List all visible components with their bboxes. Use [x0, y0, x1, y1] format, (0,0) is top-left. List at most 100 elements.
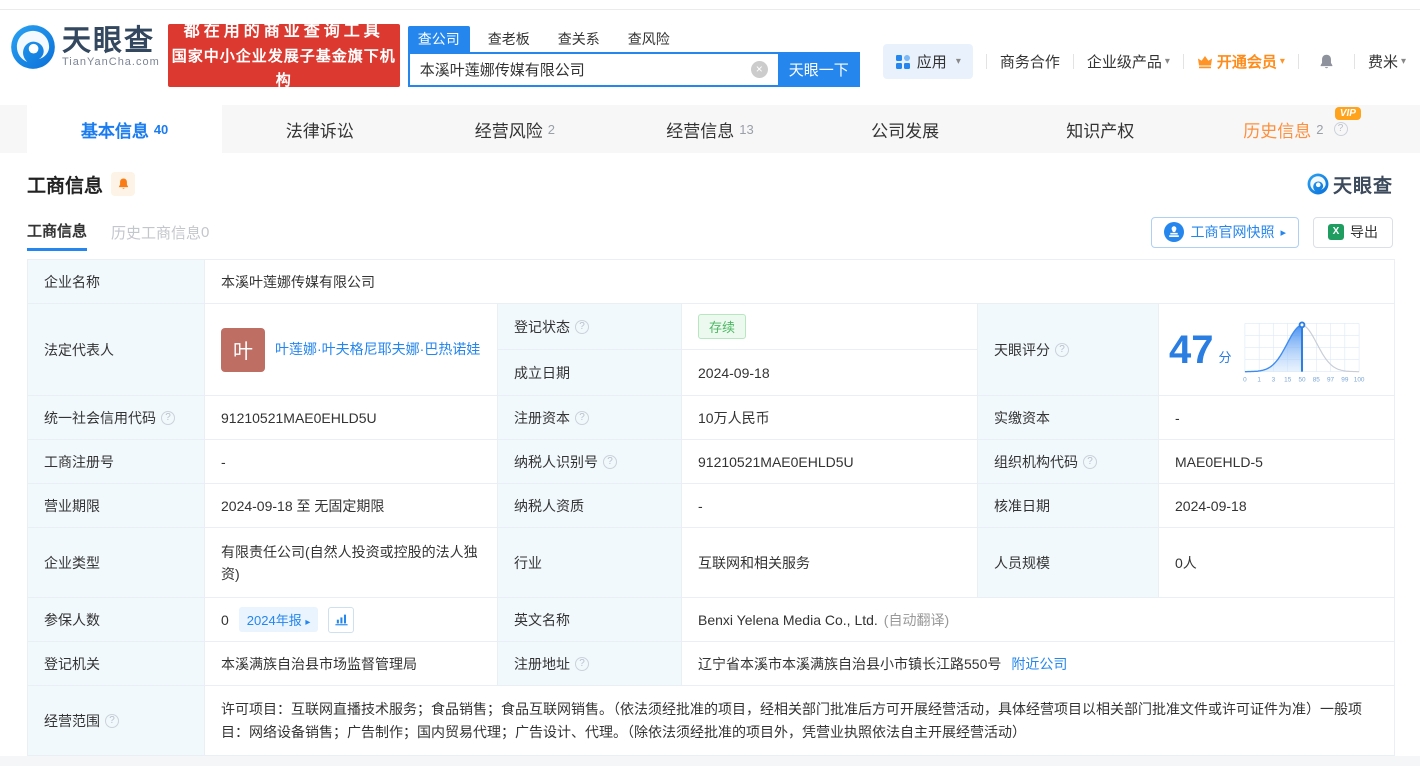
field-label: 注册地址 ?: [498, 642, 682, 686]
user-menu[interactable]: 费米 ▾: [1368, 51, 1406, 72]
trend-chart-button[interactable]: [328, 606, 355, 633]
notifications-bell-icon[interactable]: [1318, 53, 1335, 71]
tianyancha-logo-icon: [11, 25, 55, 69]
score-unit: 分: [1218, 350, 1232, 365]
field-label: 工商注册号: [28, 440, 205, 484]
help-icon[interactable]: ?: [575, 656, 589, 671]
field-label: 登记机关: [28, 642, 205, 686]
english-name-cell: Benxi Yelena Media Co., Ltd. (自动翻译): [682, 598, 1395, 642]
search-button[interactable]: 天眼一下: [777, 52, 860, 87]
clear-icon[interactable]: ×: [750, 61, 768, 78]
field-label: 核准日期: [978, 484, 1159, 528]
tab-basic-info[interactable]: 基本信息 40: [27, 105, 223, 153]
table-row: 企业名称 本溪叶莲娜传媒有限公司: [28, 260, 1395, 304]
tab-company-development[interactable]: 公司发展: [808, 105, 1003, 153]
field-label: 营业期限: [28, 484, 205, 528]
page: 天眼查 TianYanCha.com 都在用的商业查询工具 国家中小企业发展子基…: [0, 0, 1420, 766]
tab-count: 13: [739, 121, 754, 137]
label-text: 经营范围: [44, 712, 100, 729]
username: 费米: [1367, 54, 1398, 71]
arrow-right-icon: ▸: [1280, 226, 1286, 239]
tab-operation-risk[interactable]: 经营风险 2: [417, 105, 612, 153]
svg-text:0: 0: [1243, 376, 1247, 383]
nav-cooperation[interactable]: 商务合作: [1000, 51, 1060, 72]
logo-domain: TianYanCha.com: [62, 56, 160, 68]
svg-text:50: 50: [1298, 376, 1306, 383]
company-type-value: 有限责任公司(自然人投资或控股的法人独资): [205, 528, 498, 598]
table-row: 经营范围 ? 许可项目：互联网直播技术服务；食品销售；食品互联网销售。（依法须经…: [28, 686, 1395, 756]
company-name-value: 本溪叶莲娜传媒有限公司: [205, 260, 1395, 304]
official-snapshot-button[interactable]: 工商官网快照 ▸: [1151, 216, 1299, 248]
subtab-history-business-info[interactable]: 历史工商信息 0: [111, 213, 209, 251]
label-text: 纳税人识别号: [514, 453, 598, 470]
insured-count-value: 0: [221, 611, 229, 628]
help-icon[interactable]: ?: [105, 713, 119, 728]
search-input[interactable]: [407, 52, 778, 87]
nearby-companies-link[interactable]: 附近公司: [1011, 654, 1067, 674]
help-icon[interactable]: ?: [1083, 454, 1097, 469]
table-row: 统一社会信用代码 ? 91210521MAE0EHLD5U 注册资本 ? 10万…: [28, 396, 1395, 440]
legal-rep-name-link[interactable]: 叶莲娜·叶夫格尼耶夫娜·巴热诺娃: [275, 339, 480, 360]
section-header: 工商信息 天眼查: [0, 169, 1420, 199]
search-area: 查公司 查老板 查关系 查风险 × 天眼一下: [407, 26, 860, 87]
reg-address-cell: 辽宁省本溪市本溪满族自治县小市镇长江路550号 附近公司: [682, 642, 1395, 686]
tianyancha-logo-icon: [1307, 173, 1329, 195]
label-text: 天眼评分: [994, 341, 1050, 358]
chevron-down-icon: ▾: [1400, 56, 1406, 67]
slogan-banner: 都在用的商业查询工具 国家中小企业发展子基金旗下机构: [167, 23, 400, 89]
search-tab-risk[interactable]: 查风险: [618, 26, 680, 52]
help-icon[interactable]: ?: [161, 410, 175, 425]
grid-apps-icon: [895, 54, 910, 69]
legal-rep-avatar[interactable]: 叶: [221, 327, 265, 372]
tab-legal-proceedings[interactable]: 法律诉讼: [222, 105, 417, 153]
header-nav: 应用 ▾ 商务合作 企业级产品 ▾ 开通会员 ▾ 费米 ▾: [882, 44, 1406, 79]
section-actions: 工商官网快照 ▸ X 导出: [1151, 216, 1393, 248]
tab-operation-info[interactable]: 经营信息 13: [612, 105, 807, 153]
search-tab-relation[interactable]: 查关系: [548, 26, 610, 52]
logo-text: 天眼查 TianYanCha.com: [62, 26, 160, 68]
tab-label: 历史信息: [1243, 121, 1312, 141]
open-vip-button[interactable]: 开通会员 ▾: [1197, 51, 1285, 72]
table-row: 营业期限 2024-09-18 至 无固定期限 纳税人资质 - 核准日期 202…: [28, 484, 1395, 528]
search-tab-company[interactable]: 查公司: [407, 26, 470, 52]
nav-enterprise-products[interactable]: 企业级产品 ▾: [1087, 51, 1170, 72]
excel-icon: X: [1328, 224, 1344, 240]
search-row: × 天眼一下: [407, 52, 860, 87]
watermark-text: 天眼查: [1332, 175, 1393, 197]
status-badge: 存续: [698, 314, 747, 339]
help-icon[interactable]: ?: [1333, 122, 1348, 136]
tab-label: 基本信息: [80, 121, 149, 141]
svg-text:99: 99: [1341, 376, 1349, 383]
help-icon[interactable]: ?: [1055, 342, 1069, 357]
vip-badge: VIP: [1334, 107, 1361, 120]
org-code-value: MAE0EHLD-5: [1159, 440, 1395, 484]
help-icon[interactable]: ?: [603, 454, 617, 469]
table-subrow: 成立日期 2024-09-18: [498, 350, 978, 396]
watermark-logo: 天眼查: [1307, 171, 1393, 198]
search-tab-boss[interactable]: 查老板: [478, 26, 540, 52]
field-label: 注册资本 ?: [498, 396, 682, 440]
industry-value: 互联网和相关服务: [682, 528, 978, 598]
tab-history-info[interactable]: VIP 历史信息 2 ?: [1198, 105, 1393, 153]
field-label: 天眼评分 ?: [978, 304, 1159, 396]
chevron-down-icon: ▾: [1164, 56, 1170, 67]
business-scope-value: 许可项目：互联网直播技术服务；食品销售；食品互联网销售。（依法须经批准的项目，经…: [205, 686, 1395, 756]
tab-count: 2: [547, 121, 555, 137]
help-icon[interactable]: ?: [575, 410, 589, 425]
tianyancha-logo[interactable]: 天眼查 TianYanCha.com: [10, 24, 160, 70]
divider: [1297, 54, 1299, 69]
help-icon[interactable]: ?: [575, 319, 589, 334]
field-label: 统一社会信用代码 ?: [28, 396, 205, 440]
table-row: 法定代表人 叶 叶莲娜·叶夫格尼耶夫娜·巴热诺娃 登记状态 ? 存续 成立日期: [28, 304, 1395, 396]
tab-label: 知识产权: [1066, 121, 1135, 141]
subtab-business-info[interactable]: 工商信息: [27, 213, 88, 251]
vip-label: 开通会员: [1216, 54, 1277, 71]
svg-text:85: 85: [1312, 376, 1320, 383]
business-term-value: 2024-09-18 至 无固定期限: [205, 484, 498, 528]
tab-intellectual-property[interactable]: 知识产权: [1003, 105, 1198, 153]
annual-report-badge[interactable]: 2024年报 ▸: [238, 607, 319, 632]
subscribe-bell-icon[interactable]: [111, 172, 136, 196]
apps-menu-button[interactable]: 应用 ▾: [882, 44, 973, 79]
export-button[interactable]: X 导出: [1313, 216, 1393, 248]
reg-address-value: 辽宁省本溪市本溪满族自治县小市镇长江路550号: [698, 655, 1002, 672]
